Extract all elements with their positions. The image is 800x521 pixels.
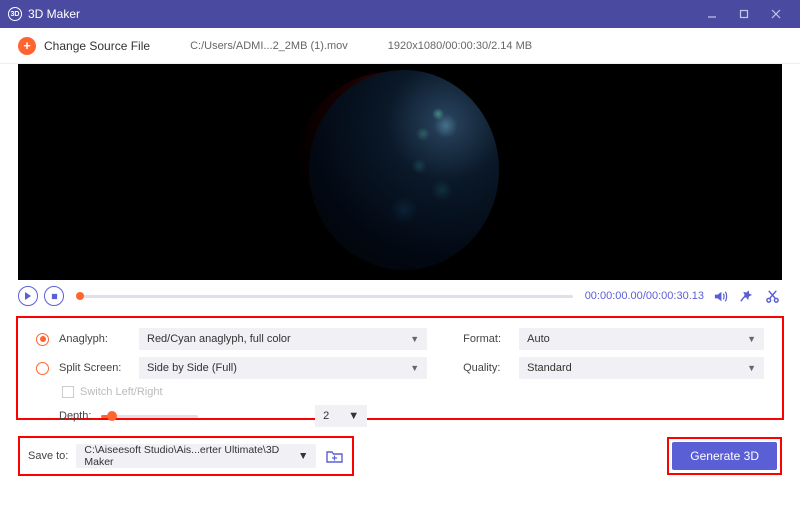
anaglyph-dropdown[interactable]: Red/Cyan anaglyph, full color▼ [139, 328, 427, 350]
save-to-label: Save to: [28, 450, 68, 462]
anaglyph-radio[interactable] [36, 333, 49, 346]
save-path-dropdown[interactable]: C:\Aiseesoft Studio\Ais...erter Ultimate… [76, 444, 316, 468]
split-screen-dropdown[interactable]: Side by Side (Full)▼ [139, 357, 427, 379]
format-label: Format: [463, 333, 509, 345]
browse-folder-button[interactable] [324, 446, 344, 466]
maximize-button[interactable] [728, 0, 760, 28]
minimize-button[interactable] [696, 0, 728, 28]
preview-frame [295, 68, 505, 276]
switch-label: Switch Left/Right [80, 386, 163, 398]
cut-button[interactable] [762, 286, 782, 306]
source-file-path: C:/Users/ADMI...2_2MB (1).mov [190, 40, 348, 52]
snapshot-button[interactable] [736, 286, 756, 306]
stop-button[interactable] [44, 286, 64, 306]
source-file-info: 1920x1080/00:00:30/2.14 MB [388, 40, 532, 52]
window-title: 3D Maker [28, 7, 696, 21]
content-area: + Change Source File C:/Users/ADMI...2_2… [0, 28, 800, 521]
switch-left-right-row: Switch Left/Right [62, 386, 427, 398]
split-screen-label: Split Screen: [59, 362, 129, 374]
video-preview [18, 64, 782, 280]
depth-slider[interactable] [101, 415, 198, 418]
change-source-label: Change Source File [44, 39, 150, 53]
footer-bar: Save to: C:\Aiseesoft Studio\Ais...erter… [0, 420, 800, 490]
plus-icon: + [18, 37, 36, 55]
seek-slider[interactable] [76, 295, 573, 298]
title-bar: 3D 3D Maker [0, 0, 800, 28]
close-button[interactable] [760, 0, 792, 28]
change-source-button[interactable]: + Change Source File [18, 37, 150, 55]
source-toolbar: + Change Source File C:/Users/ADMI...2_2… [0, 28, 800, 64]
settings-panel: Anaglyph: Red/Cyan anaglyph, full color▼… [16, 316, 784, 420]
split-screen-radio[interactable] [36, 362, 49, 375]
save-to-group: Save to: C:\Aiseesoft Studio\Ais...erter… [18, 436, 354, 476]
switch-checkbox[interactable] [62, 386, 74, 398]
volume-button[interactable] [710, 286, 730, 306]
quality-label: Quality: [463, 362, 509, 374]
time-display: 00:00:00.00/00:00:30.13 [585, 290, 704, 302]
format-dropdown[interactable]: Auto▼ [519, 328, 764, 350]
play-button[interactable] [18, 286, 38, 306]
app-logo-icon: 3D [8, 7, 22, 21]
generate-3d-button[interactable]: Generate 3D [672, 442, 777, 470]
playback-bar: 00:00:00.00/00:00:30.13 [0, 280, 800, 316]
anaglyph-label: Anaglyph: [59, 333, 129, 345]
quality-dropdown[interactable]: Standard▼ [519, 357, 764, 379]
generate-3d-wrapper: Generate 3D [667, 437, 782, 475]
